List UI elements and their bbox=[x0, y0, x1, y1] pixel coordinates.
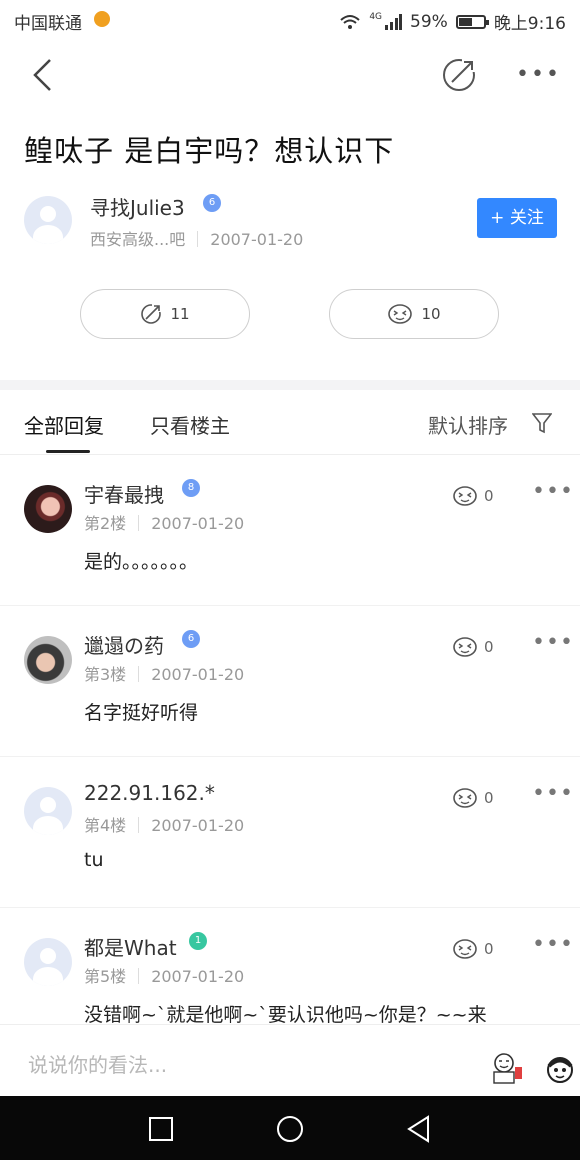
level-badge: 6 bbox=[203, 194, 221, 212]
comment-bar: 说说你的看法... bbox=[0, 1024, 580, 1097]
share-icon[interactable] bbox=[442, 58, 476, 92]
reply-text: tu bbox=[84, 849, 104, 871]
battery-percent: 59% bbox=[410, 11, 448, 32]
sort-button[interactable]: 默认排序 bbox=[428, 410, 508, 439]
reply-more-icon[interactable]: ••• bbox=[532, 630, 574, 655]
top-bar: ••• bbox=[0, 40, 580, 108]
reply-text: 名字挺好听得 bbox=[84, 702, 199, 724]
like-face-icon bbox=[453, 788, 477, 808]
weibo-icon bbox=[94, 11, 110, 27]
more-options-icon[interactable]: ••• bbox=[516, 62, 561, 87]
like-face-icon bbox=[453, 939, 477, 959]
reply-author[interactable]: 宇春最拽 bbox=[84, 479, 164, 508]
share-count: 11 bbox=[170, 305, 190, 323]
battery-icon bbox=[455, 14, 489, 29]
sticker-icon[interactable] bbox=[488, 1051, 524, 1085]
level-badge: 8 bbox=[182, 479, 200, 497]
post-title: 鳇呔子 是白宇吗？想认识下 bbox=[24, 134, 395, 168]
author-name[interactable]: 寻找Julie3 bbox=[90, 192, 185, 221]
level-badge: 6 bbox=[182, 630, 200, 648]
reply-author[interactable]: 都是What bbox=[84, 932, 177, 961]
reply-date: 2007-01-20 bbox=[151, 967, 245, 986]
signal-icon bbox=[385, 13, 403, 30]
clock: 晚上9:16 bbox=[493, 14, 566, 34]
back-icon[interactable] bbox=[30, 58, 54, 92]
reply-text: 是的。。。。。。。 bbox=[84, 551, 199, 573]
status-bar: 中国联通 4G 59% 晚上9:16 bbox=[0, 0, 580, 40]
reply-avatar[interactable] bbox=[24, 485, 72, 533]
reply-item: 222.91.162.* 第4楼 2007-01-20 tu 0 ••• bbox=[0, 757, 580, 908]
floor-number: 第3楼 bbox=[84, 665, 127, 684]
like-face-icon bbox=[453, 637, 477, 657]
reply-like-button[interactable]: 0 bbox=[452, 636, 494, 658]
like-face-icon bbox=[453, 486, 477, 506]
reply-like-count: 0 bbox=[484, 940, 494, 958]
recent-apps-icon[interactable] bbox=[148, 1116, 174, 1142]
wifi-icon bbox=[340, 14, 360, 29]
reply-like-button[interactable]: 0 bbox=[452, 938, 494, 960]
reply-like-count: 0 bbox=[484, 487, 494, 505]
level-badge: 1 bbox=[189, 932, 207, 950]
reply-more-icon[interactable]: ••• bbox=[532, 479, 574, 504]
comment-input[interactable]: 说说你的看法... bbox=[28, 1049, 167, 1078]
reply-item: 宇春最拽 8 第2楼 2007-01-20 是的。。。。。。。 0 ••• bbox=[0, 455, 580, 606]
floor-number: 第4楼 bbox=[84, 816, 127, 835]
reply-meta: 第3楼 2007-01-20 bbox=[84, 661, 244, 685]
carrier-label: 中国联通 bbox=[14, 14, 82, 34]
share-count-button[interactable]: 11 bbox=[80, 289, 250, 339]
post-meta: 西安高级...吧 2007-01-20 bbox=[90, 226, 303, 250]
back-nav-icon[interactable] bbox=[406, 1115, 432, 1143]
reply-like-button[interactable]: 0 bbox=[452, 787, 494, 809]
reply-more-icon[interactable]: ••• bbox=[532, 781, 574, 806]
floor-number: 第5楼 bbox=[84, 967, 127, 986]
reply-avatar[interactable] bbox=[24, 938, 72, 986]
tab-op-only[interactable]: 只看楼主 bbox=[150, 410, 230, 439]
like-face-icon bbox=[388, 304, 413, 324]
reply-more-icon[interactable]: ••• bbox=[532, 932, 574, 957]
reply-like-button[interactable]: 0 bbox=[452, 485, 494, 507]
share-icon bbox=[141, 303, 163, 324]
reply-date: 2007-01-20 bbox=[151, 816, 245, 835]
active-tab-indicator bbox=[46, 450, 90, 453]
reply-avatar[interactable] bbox=[24, 636, 72, 684]
reply-author[interactable]: 邋遢の药 bbox=[84, 630, 164, 659]
network-label: 4G bbox=[369, 11, 383, 22]
filter-icon[interactable] bbox=[532, 412, 552, 434]
reply-date: 2007-01-20 bbox=[151, 665, 245, 684]
follow-button[interactable]: + 关注 bbox=[477, 198, 557, 238]
reply-meta: 第5楼 2007-01-20 bbox=[84, 963, 244, 987]
floor-number: 第2楼 bbox=[84, 514, 127, 533]
like-count: 10 bbox=[421, 305, 441, 323]
home-icon[interactable] bbox=[276, 1115, 304, 1143]
reply-meta: 第2楼 2007-01-20 bbox=[84, 510, 244, 534]
tab-all-replies[interactable]: 全部回复 bbox=[24, 410, 104, 439]
system-nav-bar bbox=[0, 1096, 580, 1160]
reply-author[interactable]: 222.91.162.* bbox=[84, 781, 215, 805]
reply-meta: 第4楼 2007-01-20 bbox=[84, 812, 244, 836]
reply-date: 2007-01-20 bbox=[151, 514, 245, 533]
reply-text: 没错啊~`就是他啊~`要认识他吗~你是？~~来 bbox=[84, 1004, 487, 1026]
post-date: 2007-01-20 bbox=[210, 230, 304, 249]
reply-item: 都是What 1 第5楼 2007-01-20 没错啊~`就是他啊~`要认识他吗~… bbox=[0, 908, 580, 1026]
reply-avatar[interactable] bbox=[24, 787, 72, 835]
section-divider bbox=[0, 380, 580, 390]
author-avatar[interactable] bbox=[24, 196, 72, 244]
reply-like-count: 0 bbox=[484, 789, 494, 807]
emoji-icon[interactable] bbox=[546, 1055, 574, 1085]
reply-item: 邋遢の药 6 第3楼 2007-01-20 名字挺好听得 0 ••• bbox=[0, 606, 580, 757]
like-count-button[interactable]: 10 bbox=[329, 289, 499, 339]
forum-name[interactable]: 西安高级...吧 bbox=[90, 230, 185, 249]
reply-tabs: 全部回复 只看楼主 默认排序 bbox=[0, 390, 580, 455]
reply-like-count: 0 bbox=[484, 638, 494, 656]
